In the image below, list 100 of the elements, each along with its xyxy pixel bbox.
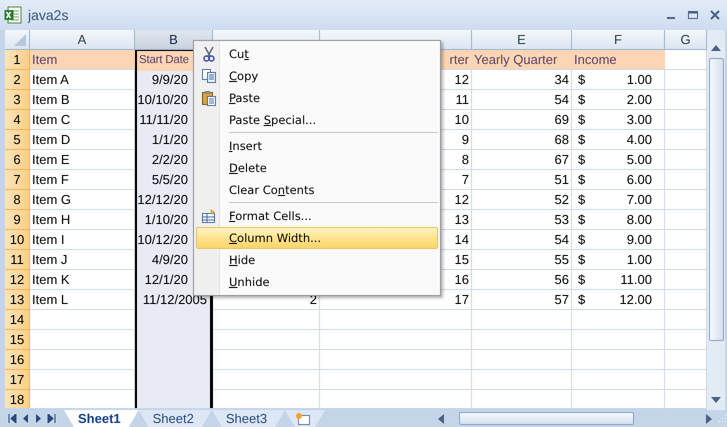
menu-item[interactable]: Paste Special... <box>196 109 438 131</box>
row-header[interactable]: 14 <box>5 310 30 330</box>
cell-value: 4/9/20 <box>152 252 188 267</box>
menu-item[interactable]: Clear Contents <box>196 179 438 201</box>
cell-value: Item J <box>32 252 68 267</box>
menu-item[interactable]: Unhide <box>196 271 438 293</box>
cell-value: Item G <box>32 192 72 207</box>
row-header[interactable]: 17 <box>5 370 30 390</box>
currency-symbol: $ <box>578 152 586 167</box>
sheet-tab[interactable]: Sheet3 <box>212 410 286 427</box>
row-header[interactable]: 2 <box>5 70 30 90</box>
scroll-right-icon[interactable] <box>705 414 713 424</box>
menu-item[interactable]: Insert <box>196 135 438 157</box>
row-header[interactable]: 6 <box>5 150 30 170</box>
scroll-down-icon[interactable] <box>711 396 721 404</box>
cell-value: 10/10/20 <box>137 92 188 107</box>
menu-item[interactable]: Copy <box>196 65 438 87</box>
cell-value: Item F <box>32 172 69 187</box>
next-sheet-icon[interactable] <box>34 414 43 423</box>
scroll-left-icon[interactable] <box>437 414 445 424</box>
cell-value: 11/12/2005 <box>142 292 207 307</box>
cell-value: Item C <box>32 112 70 127</box>
previous-sheet-icon[interactable] <box>21 414 30 423</box>
cell-value: 10/12/20 <box>137 232 188 247</box>
cell-value: 12/12/20 <box>137 192 188 207</box>
cell-value: 12 <box>454 192 469 207</box>
maximize-icon[interactable] <box>687 9 699 21</box>
menu-item[interactable]: Format Cells... <box>196 205 438 227</box>
row-header[interactable]: 13 <box>5 290 30 310</box>
close-icon[interactable] <box>709 9 721 21</box>
cell-value: 9.00 <box>626 232 652 247</box>
row-header[interactable]: 11 <box>5 250 30 270</box>
column-header[interactable]: F <box>572 30 665 50</box>
cell-value: 4.00 <box>626 132 652 147</box>
sheet-tab[interactable]: Sheet2 <box>138 410 212 427</box>
cell-value: 9 <box>462 132 469 147</box>
column-header[interactable]: G <box>665 30 707 50</box>
row-header[interactable]: 18 <box>5 390 30 408</box>
cell-value: 6.00 <box>626 172 652 187</box>
scroll-up-icon[interactable] <box>711 44 721 52</box>
cell-value: 69 <box>554 112 569 127</box>
cell-value: Item K <box>32 272 70 287</box>
format-cells-icon <box>201 208 217 224</box>
cell-value: 16 <box>454 272 469 287</box>
menu-item[interactable]: Delete <box>196 157 438 179</box>
scrollbar-thumb[interactable] <box>708 58 724 341</box>
row-header[interactable]: 3 <box>5 90 30 110</box>
sheet-tab[interactable]: Sheet1 <box>64 410 139 427</box>
cell-value: 2/2/20 <box>152 152 188 167</box>
cell-value: 3.00 <box>626 112 652 127</box>
cell-value: 55 <box>554 252 569 267</box>
scrollbar-thumb[interactable] <box>459 412 634 425</box>
cell-value: 8.00 <box>626 212 652 227</box>
cell-value: 1.00 <box>626 72 652 87</box>
last-sheet-icon[interactable] <box>47 414 56 423</box>
cell-value: Item I <box>32 232 65 247</box>
cell-value: 7.00 <box>626 192 652 207</box>
row-header[interactable]: 15 <box>5 330 30 350</box>
first-sheet-icon[interactable] <box>8 414 17 423</box>
cell-value: 5.00 <box>626 152 652 167</box>
cell-value: 12 <box>454 72 469 87</box>
column-header[interactable]: A <box>30 30 135 50</box>
row-header[interactable]: 12 <box>5 270 30 290</box>
cell-value: 10 <box>454 112 469 127</box>
row-header[interactable]: 5 <box>5 130 30 150</box>
cell-value: 8 <box>462 152 469 167</box>
cell-value: 17 <box>454 292 469 307</box>
row-header[interactable]: 4 <box>5 110 30 130</box>
cell-value: 1/1/20 <box>152 132 188 147</box>
cell-value: 11/11/20 <box>139 112 188 127</box>
cell-value: 7 <box>462 172 469 187</box>
cell-value: 68 <box>554 132 569 147</box>
cell-value: 11.00 <box>620 272 652 287</box>
column-header[interactable]: E <box>472 30 572 50</box>
row-header[interactable]: 16 <box>5 350 30 370</box>
menu-item[interactable]: Paste <box>196 87 438 109</box>
cell-value: 15 <box>454 252 469 267</box>
menu-item[interactable]: Column Width... <box>196 227 438 249</box>
currency-symbol: $ <box>578 72 586 87</box>
row-header[interactable]: 8 <box>5 190 30 210</box>
row-header[interactable]: 10 <box>5 230 30 250</box>
insert-sheet-icon[interactable] <box>295 412 312 426</box>
currency-symbol: $ <box>578 292 586 307</box>
cell-value: 1.00 <box>626 252 652 267</box>
cell-value: 53 <box>554 212 569 227</box>
currency-symbol: $ <box>578 232 586 247</box>
cell-value: 51 <box>554 172 569 187</box>
cell-value: 1/10/20 <box>144 212 188 227</box>
row-header[interactable]: 1 <box>5 50 30 70</box>
cell-value: 13 <box>454 212 469 227</box>
row-header[interactable]: 7 <box>5 170 30 190</box>
cell-value: Item E <box>32 152 70 167</box>
row-header[interactable]: 9 <box>5 210 30 230</box>
cell-value: 14 <box>454 232 469 247</box>
cell-value: Income <box>574 52 617 67</box>
menu-item[interactable]: Hide <box>196 249 438 271</box>
cell-value: Item B <box>32 92 70 107</box>
cell-value: 54 <box>554 92 569 107</box>
cell-value: 52 <box>554 192 569 207</box>
clipboard-icon <box>201 90 217 106</box>
